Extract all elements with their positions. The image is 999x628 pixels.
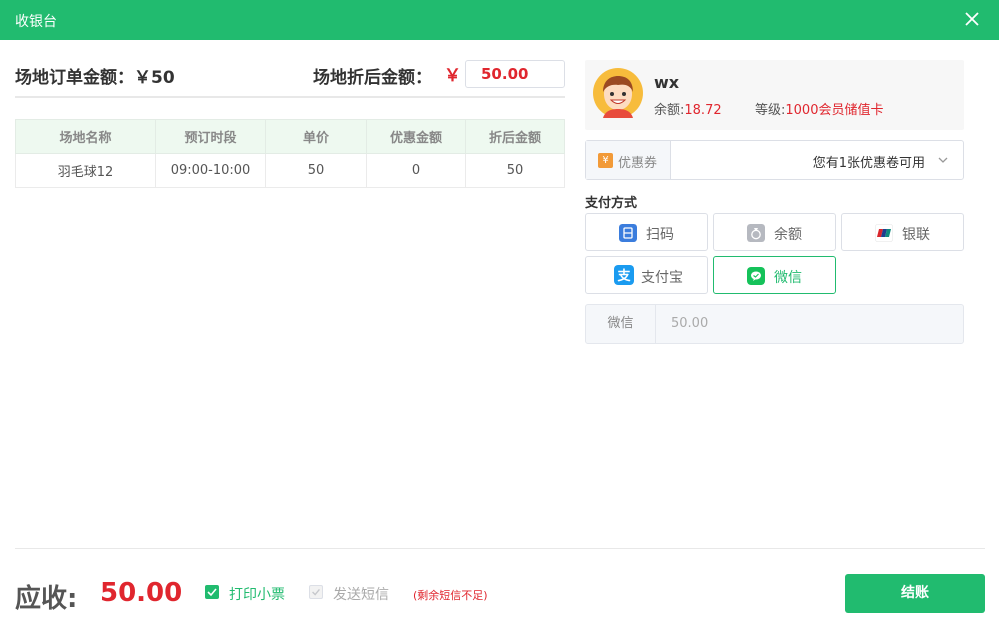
discount-amount-input[interactable]: 50.00 <box>465 60 565 88</box>
cell-venue-name: 羽毛球12 <box>15 153 156 188</box>
payment-field-value: 50.00 <box>671 316 709 331</box>
alipay-icon: 支 <box>614 265 634 285</box>
table-header-row: 场地名称 预订时段 单价 优惠金额 折后金额 <box>15 119 565 154</box>
coupon-select[interactable]: ¥ 优惠券 您有1张优惠卷可用 <box>585 140 964 180</box>
col-discount: 优惠金额 <box>366 119 466 154</box>
col-venue-name: 场地名称 <box>15 119 156 154</box>
send-sms-label[interactable]: 发送短信 <box>333 584 389 604</box>
col-unit-price: 单价 <box>265 119 367 154</box>
member-name: wx <box>654 73 680 92</box>
pay-method-label: 微信 <box>774 270 802 286</box>
amount-due-label: 应收: <box>15 584 78 614</box>
settle-button[interactable]: 结账 <box>845 574 985 613</box>
pay-method-label: 支付宝 <box>641 270 683 286</box>
send-sms-checkbox[interactable] <box>309 585 323 599</box>
svg-text:支: 支 <box>616 268 631 284</box>
member-balance: 余额:18.72 <box>654 103 722 118</box>
coupon-value: 您有1张优惠卷可用 <box>812 156 925 171</box>
member-card: wx 余额:18.72 等级:1000会员储值卡 <box>585 60 964 130</box>
pay-method-label: 余额 <box>774 227 802 243</box>
coupon-label: 优惠券 <box>618 156 658 171</box>
payment-method-title: 支付方式 <box>585 196 638 211</box>
payment-panel: wx 余额:18.72 等级:1000会员储值卡 ¥ 优惠券 您有1张优惠卷可用… <box>585 60 964 344</box>
cell-unit-price: 50 <box>265 153 367 188</box>
cell-final-amount: 50 <box>465 153 565 188</box>
payment-field-label: 微信 <box>586 305 656 343</box>
order-amount: 场地订单金额：￥50 <box>15 68 175 88</box>
avatar <box>593 68 643 118</box>
pay-method-unionpay[interactable]: 银联 <box>841 213 964 251</box>
pay-method-label: 扫码 <box>646 227 674 243</box>
pay-method-balance[interactable]: 余额 <box>713 213 836 251</box>
chevron-down-icon <box>938 157 948 163</box>
print-receipt-checkbox[interactable] <box>205 585 219 599</box>
wechat-icon <box>747 267 765 285</box>
col-final-amount: 折后金额 <box>465 119 565 154</box>
col-time-slot: 预订时段 <box>155 119 266 154</box>
coupon-icon: ¥ <box>598 153 613 168</box>
coupon-label-box: ¥ 优惠券 <box>586 141 671 179</box>
payment-amount-field[interactable]: 微信 50.00 <box>585 304 964 344</box>
cell-time-slot: 09:00-10:00 <box>155 153 266 188</box>
footer-divider <box>15 548 985 549</box>
pay-method-scan[interactable]: 扫码 <box>585 213 708 251</box>
money-bag-icon <box>747 224 765 242</box>
unionpay-icon <box>875 224 893 242</box>
member-level: 等级:1000会员储值卡 <box>755 103 884 118</box>
amount-due-value: 50.00 <box>100 578 183 608</box>
table-row: 羽毛球12 09:00-10:00 50 0 50 <box>15 153 565 188</box>
discount-amount-label: 场地折后金额： <box>313 68 432 88</box>
booking-table: 场地名称 预订时段 单价 优惠金额 折后金额 羽毛球12 09:00-10:00… <box>15 119 565 188</box>
cell-discount: 0 <box>366 153 466 188</box>
title-bar: 收银台 <box>0 0 999 40</box>
print-receipt-label[interactable]: 打印小票 <box>229 584 285 604</box>
pay-method-wechat[interactable]: 微信 <box>713 256 836 294</box>
currency-symbol: ￥ <box>444 66 461 86</box>
sms-insufficient-note: (剩余短信不足) <box>413 589 488 602</box>
order-panel: 场地订单金额：￥50 场地折后金额： ￥ 50.00 场地名称 预订时段 单价 … <box>15 40 565 188</box>
pay-method-label: 银联 <box>902 227 930 243</box>
window-title: 收银台 <box>15 14 57 30</box>
pay-method-alipay[interactable]: 支 支付宝 <box>585 256 708 294</box>
close-icon[interactable] <box>963 10 981 28</box>
amount-summary: 场地订单金额：￥50 场地折后金额： ￥ 50.00 <box>15 40 565 98</box>
qr-scan-icon <box>619 224 637 242</box>
